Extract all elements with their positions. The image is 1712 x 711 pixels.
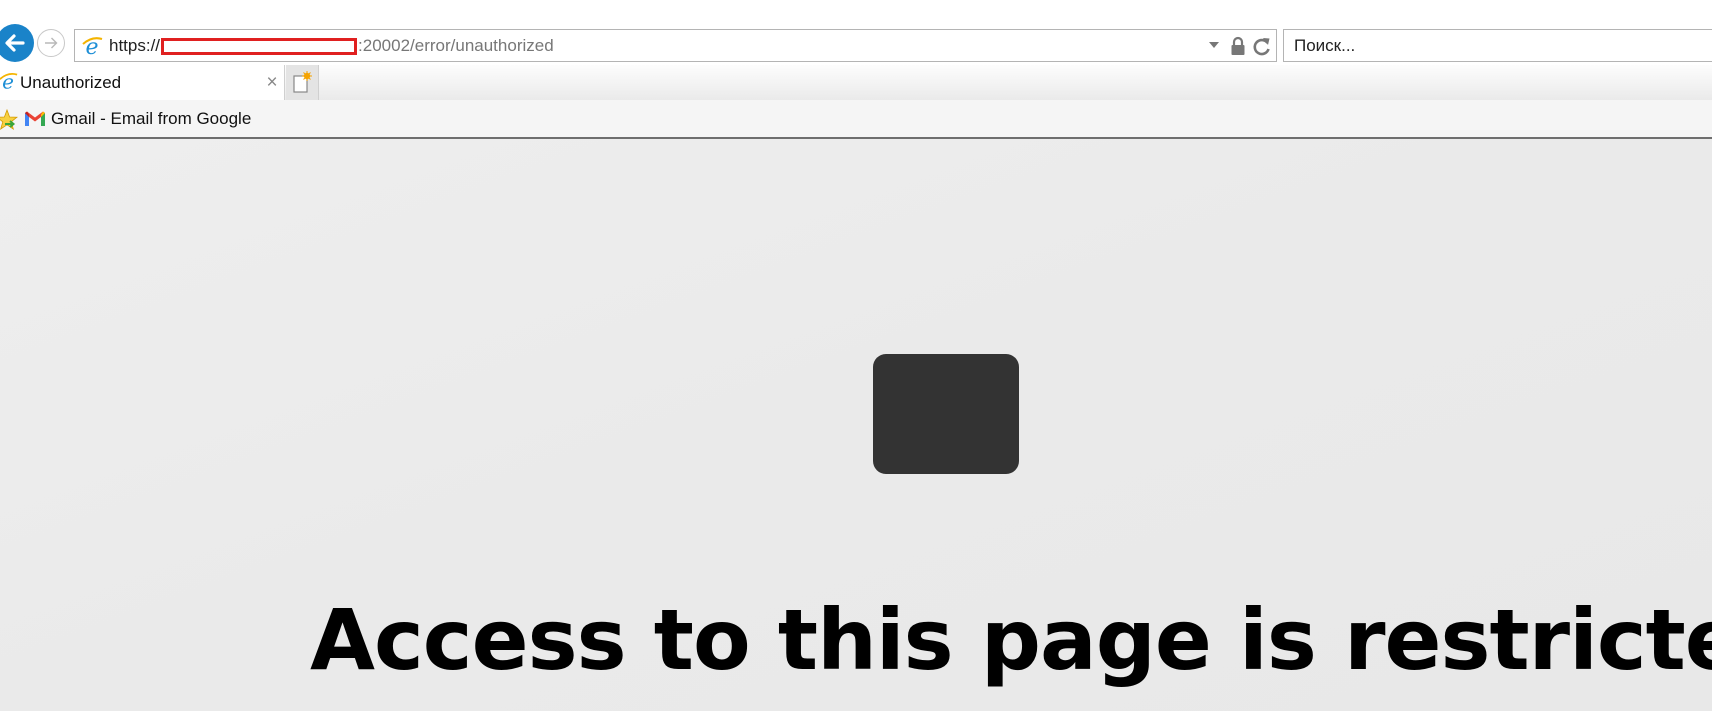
restricted-icon-box — [873, 354, 1019, 474]
url-scheme: https:// — [109, 36, 161, 55]
search-box[interactable] — [1283, 29, 1712, 62]
back-button[interactable] — [0, 24, 34, 62]
address-bar[interactable]: e https:// :20002/error/unauthorized — [74, 29, 1277, 62]
tab-unauthorized[interactable]: e Unauthorized × — [0, 65, 285, 100]
ie-icon: e — [0, 71, 18, 91]
chevron-down-icon[interactable] — [1209, 42, 1219, 48]
url-path: :20002/error/unauthorized — [358, 36, 554, 55]
navigation-bar: e https:// :20002/error/unauthorized — [0, 0, 1712, 65]
favorite-label: Gmail - Email from Google — [51, 108, 252, 128]
search-input[interactable] — [1284, 30, 1712, 61]
new-tab-icon — [293, 70, 312, 93]
page-heading: Access to this page is restricted — [310, 591, 1712, 689]
arrow-right-icon — [45, 37, 58, 49]
forward-button[interactable] — [37, 29, 65, 57]
page-content: Access to this page is restricted — [0, 139, 1712, 711]
favorites-bar: Gmail - Email from Google — [0, 100, 1712, 139]
tab-title: Unauthorized — [20, 73, 122, 92]
ie-icon: e — [82, 35, 103, 57]
tab-strip: e Unauthorized × — [0, 65, 1712, 100]
gmail-icon — [25, 111, 45, 126]
url-text[interactable]: https:// :20002/error/unauthorized — [109, 30, 554, 61]
arrow-left-icon — [5, 34, 25, 52]
add-favorites-star-icon[interactable] — [0, 109, 18, 131]
new-tab-button[interactable] — [286, 65, 319, 100]
lock-icon[interactable] — [1230, 36, 1246, 56]
redacted-host — [161, 38, 358, 55]
favorite-gmail[interactable]: Gmail - Email from Google — [24, 100, 251, 137]
close-tab-icon[interactable]: × — [263, 65, 281, 100]
refresh-icon[interactable] — [1252, 35, 1272, 57]
